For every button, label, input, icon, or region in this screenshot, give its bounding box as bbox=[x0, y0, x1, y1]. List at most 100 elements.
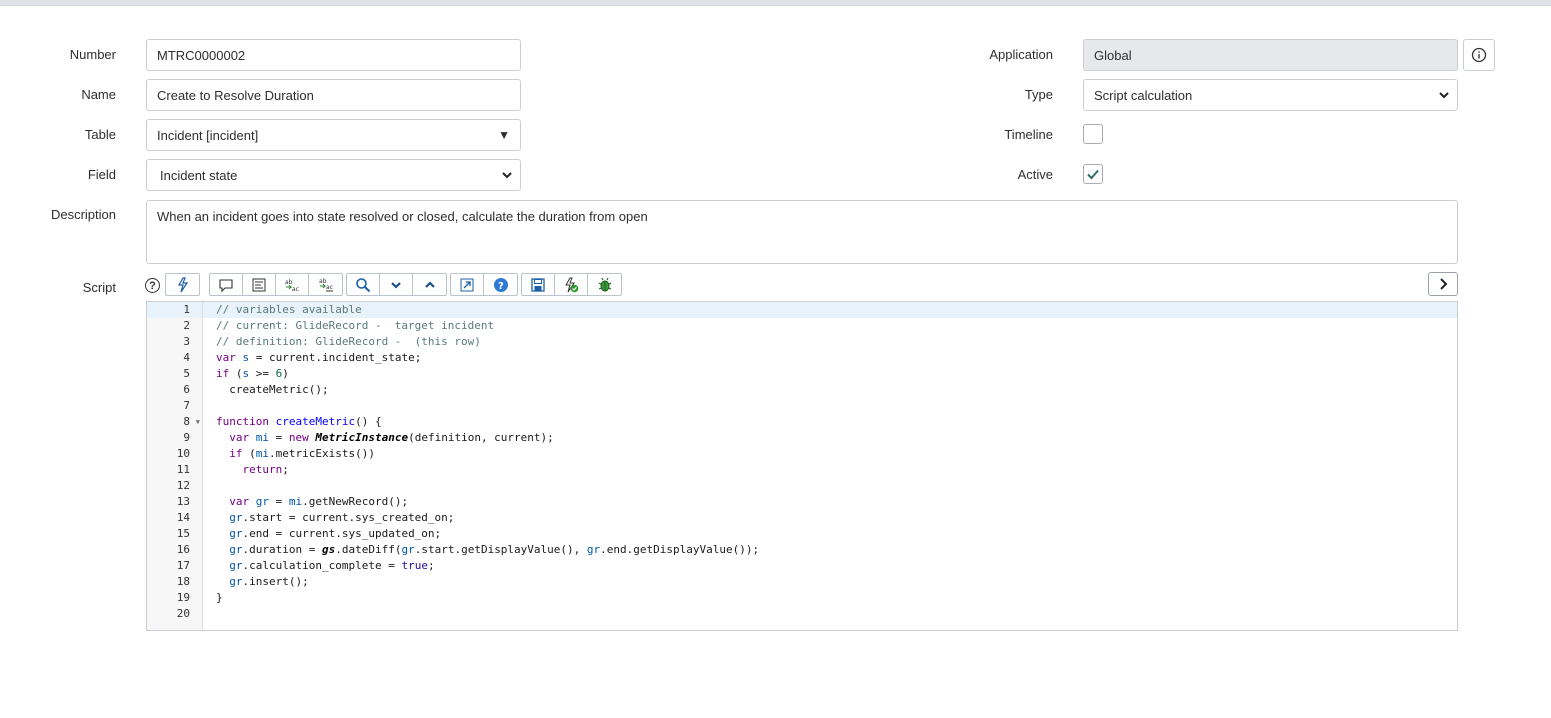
code-line[interactable] bbox=[203, 398, 1457, 414]
format-icon bbox=[252, 278, 266, 291]
line-number: 9 bbox=[183, 431, 190, 444]
help-button[interactable]: ? bbox=[484, 274, 517, 295]
line-number: 2 bbox=[183, 319, 190, 332]
previous-button[interactable] bbox=[413, 274, 446, 295]
replace-all-button[interactable]: ab ac bbox=[309, 274, 342, 295]
timeline-label: Timeline bbox=[1004, 127, 1053, 142]
table-select[interactable]: Incident [incident] ▼ bbox=[146, 119, 521, 151]
name-value: Create to Resolve Duration bbox=[157, 87, 314, 103]
help-icon: ? bbox=[493, 277, 508, 292]
line-number: 4 bbox=[183, 351, 190, 364]
timeline-checkbox[interactable] bbox=[1083, 124, 1103, 144]
active-checkbox[interactable] bbox=[1083, 164, 1103, 184]
search-button[interactable] bbox=[347, 274, 380, 295]
top-header-bar bbox=[0, 0, 1551, 6]
code-line[interactable]: gr.duration = gs.dateDiff(gr.start.getDi… bbox=[203, 542, 1457, 558]
number-label: Number bbox=[69, 47, 116, 62]
toggle-syntax-icon bbox=[177, 276, 188, 292]
toolbar-group-syntax bbox=[165, 273, 200, 296]
code-line[interactable]: return; bbox=[203, 462, 1457, 478]
field-label: Field bbox=[87, 167, 116, 182]
code-line[interactable] bbox=[203, 606, 1457, 622]
code-line[interactable]: // variables available bbox=[203, 302, 1457, 318]
caret-down-icon: ▼ bbox=[498, 128, 510, 142]
field-select[interactable]: Incident state bbox=[146, 159, 521, 191]
description-label: Description bbox=[50, 207, 116, 222]
info-icon bbox=[1471, 47, 1487, 63]
line-number: 6 bbox=[183, 383, 190, 396]
active-label: Active bbox=[1017, 167, 1053, 182]
code-line[interactable]: var gr = mi.getNewRecord(); bbox=[203, 494, 1457, 510]
check-syntax-button[interactable] bbox=[555, 274, 588, 295]
fullscreen-icon bbox=[460, 278, 474, 291]
format-button[interactable] bbox=[243, 274, 276, 295]
save-icon bbox=[531, 277, 545, 292]
line-number: 11 bbox=[176, 463, 190, 476]
code-line[interactable]: gr.end = current.sys_updated_on; bbox=[203, 526, 1457, 542]
debug-button[interactable] bbox=[588, 274, 621, 295]
line-number: 13 bbox=[176, 495, 190, 508]
comment-icon bbox=[219, 278, 233, 292]
code-line[interactable]: function createMetric() { bbox=[203, 414, 1457, 430]
code-area[interactable]: // variables available// current: GlideR… bbox=[203, 302, 1457, 630]
script-editor[interactable]: 1 2 3 4 5 6 7 8 ▼ 9 10 11 12 13 14 15 16 17 18 19 20 // vari… bbox=[146, 301, 1458, 631]
line-number: 5 bbox=[183, 367, 190, 380]
type-select[interactable]: Script calculation bbox=[1083, 79, 1458, 111]
number-value: MTRC0000002 bbox=[157, 47, 246, 63]
code-line[interactable]: // current: GlideRecord - target inciden… bbox=[203, 318, 1457, 334]
chevron-down-icon bbox=[1439, 92, 1449, 99]
replace-icon: abac bbox=[285, 279, 299, 293]
name-field[interactable]: Create to Resolve Duration bbox=[146, 79, 521, 111]
debug-icon bbox=[598, 277, 611, 291]
code-line[interactable]: if (s >= 6) bbox=[203, 366, 1457, 382]
code-line[interactable]: gr.calculation_complete = true; bbox=[203, 558, 1457, 574]
line-number: 10 bbox=[176, 447, 190, 460]
application-label: Application bbox=[989, 47, 1053, 62]
type-value: Script calculation bbox=[1094, 87, 1193, 103]
expand-panel-button[interactable] bbox=[1428, 272, 1458, 296]
comment-button[interactable] bbox=[210, 274, 243, 295]
code-line[interactable]: gr.insert(); bbox=[203, 574, 1457, 590]
svg-text:ac: ac bbox=[326, 284, 333, 291]
type-label: Type bbox=[1024, 87, 1053, 102]
code-line[interactable]: if (mi.metricExists()) bbox=[203, 446, 1457, 462]
replace-all-icon: abac bbox=[319, 278, 333, 291]
svg-text:ac: ac bbox=[292, 286, 299, 293]
fold-arrow-icon[interactable]: ▼ bbox=[196, 414, 200, 430]
line-number: 19 bbox=[176, 591, 190, 604]
script-help-icon[interactable]: ? bbox=[145, 278, 160, 293]
search-icon bbox=[356, 277, 371, 292]
toolbar-group-view: ? bbox=[450, 273, 518, 296]
code-line[interactable]: } bbox=[203, 590, 1457, 606]
code-line[interactable]: createMetric(); bbox=[203, 382, 1457, 398]
toolbar-group-edit: ab ac ab ac bbox=[209, 273, 343, 296]
number-field[interactable]: MTRC0000002 bbox=[146, 39, 521, 71]
checkmark-icon bbox=[1087, 169, 1099, 180]
application-info-button[interactable] bbox=[1463, 39, 1495, 71]
check-syntax-icon bbox=[565, 277, 579, 292]
previous-icon bbox=[424, 280, 435, 288]
code-line[interactable]: // definition: GlideRecord - (this row) bbox=[203, 334, 1457, 350]
line-number: 17 bbox=[176, 559, 190, 572]
chevron-right-icon bbox=[1440, 278, 1448, 290]
name-label: Name bbox=[81, 87, 116, 102]
table-value: Incident [incident] bbox=[157, 127, 259, 143]
toolbar-group-search bbox=[346, 273, 447, 296]
code-line[interactable]: var mi = new MetricInstance(definition, … bbox=[203, 430, 1457, 446]
line-number: 15 bbox=[176, 527, 190, 540]
line-number-gutter: 1 2 3 4 5 6 7 8 ▼ 9 10 11 12 13 14 15 16 17 18 19 20 bbox=[147, 302, 203, 630]
replace-button[interactable]: ab ac bbox=[276, 274, 309, 295]
description-textarea[interactable]: When an incident goes into state resolve… bbox=[146, 200, 1458, 264]
field-value: Incident state bbox=[160, 167, 238, 183]
fullscreen-button[interactable] bbox=[451, 274, 484, 295]
next-button[interactable] bbox=[380, 274, 413, 295]
code-line[interactable] bbox=[203, 478, 1457, 494]
line-number: 1 bbox=[147, 302, 202, 318]
line-number: 8 ▼ bbox=[183, 414, 200, 430]
save-button[interactable] bbox=[522, 274, 555, 295]
code-line[interactable]: gr.start = current.sys_created_on; bbox=[203, 510, 1457, 526]
code-line[interactable]: var s = current.incident_state; bbox=[203, 350, 1457, 366]
toggle-syntax-button[interactable] bbox=[166, 274, 199, 295]
line-number: 16 bbox=[176, 543, 190, 556]
line-number: 12 bbox=[176, 479, 190, 492]
